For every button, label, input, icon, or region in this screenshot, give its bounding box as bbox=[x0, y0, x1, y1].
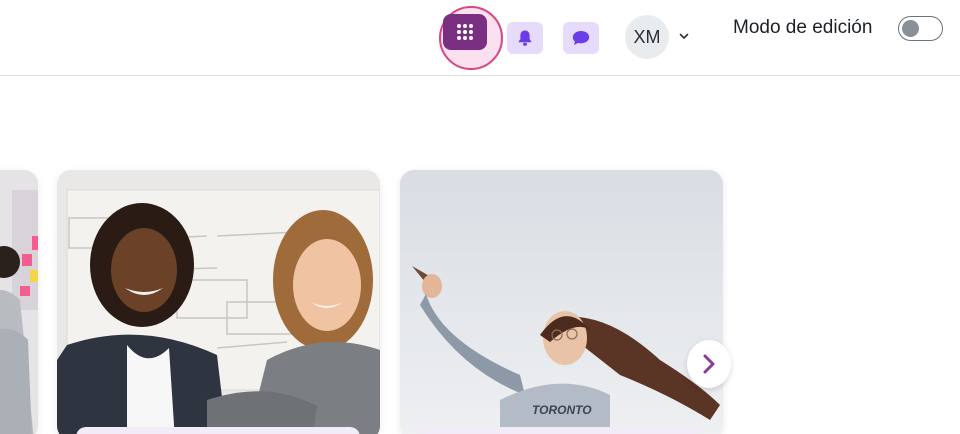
bell-icon bbox=[518, 30, 532, 46]
edit-mode-label: Modo de edición bbox=[733, 17, 873, 38]
chevron-right-icon bbox=[703, 354, 715, 374]
carousel-card-photo: TORONTO bbox=[400, 170, 723, 434]
carousel-next-button[interactable] bbox=[687, 340, 731, 388]
chevron-down-icon[interactable] bbox=[677, 29, 691, 43]
messages-button[interactable] bbox=[563, 22, 599, 54]
carousel-card-partial[interactable] bbox=[0, 170, 38, 434]
toggle-knob bbox=[902, 19, 919, 37]
carousel-card-pointing-woman[interactable]: TORONTO bbox=[400, 170, 723, 434]
carousel-card-photo bbox=[57, 170, 380, 434]
carousel-card-two-women[interactable] bbox=[57, 170, 380, 434]
card-caption-bar bbox=[418, 427, 702, 434]
apps-menu-button[interactable] bbox=[443, 14, 487, 50]
chat-icon bbox=[572, 31, 590, 45]
carousel-card-photo bbox=[0, 170, 38, 434]
user-avatar[interactable]: XM bbox=[625, 15, 669, 59]
card-caption-bar bbox=[76, 427, 360, 434]
edit-mode-toggle[interactable] bbox=[898, 16, 943, 41]
grid-dots-icon bbox=[457, 24, 473, 40]
notifications-button[interactable] bbox=[507, 22, 543, 54]
sweater-logo-text: TORONTO bbox=[532, 403, 592, 417]
user-initials: XM bbox=[633, 26, 661, 47]
top-navbar: XM Modo de edición bbox=[0, 0, 960, 76]
